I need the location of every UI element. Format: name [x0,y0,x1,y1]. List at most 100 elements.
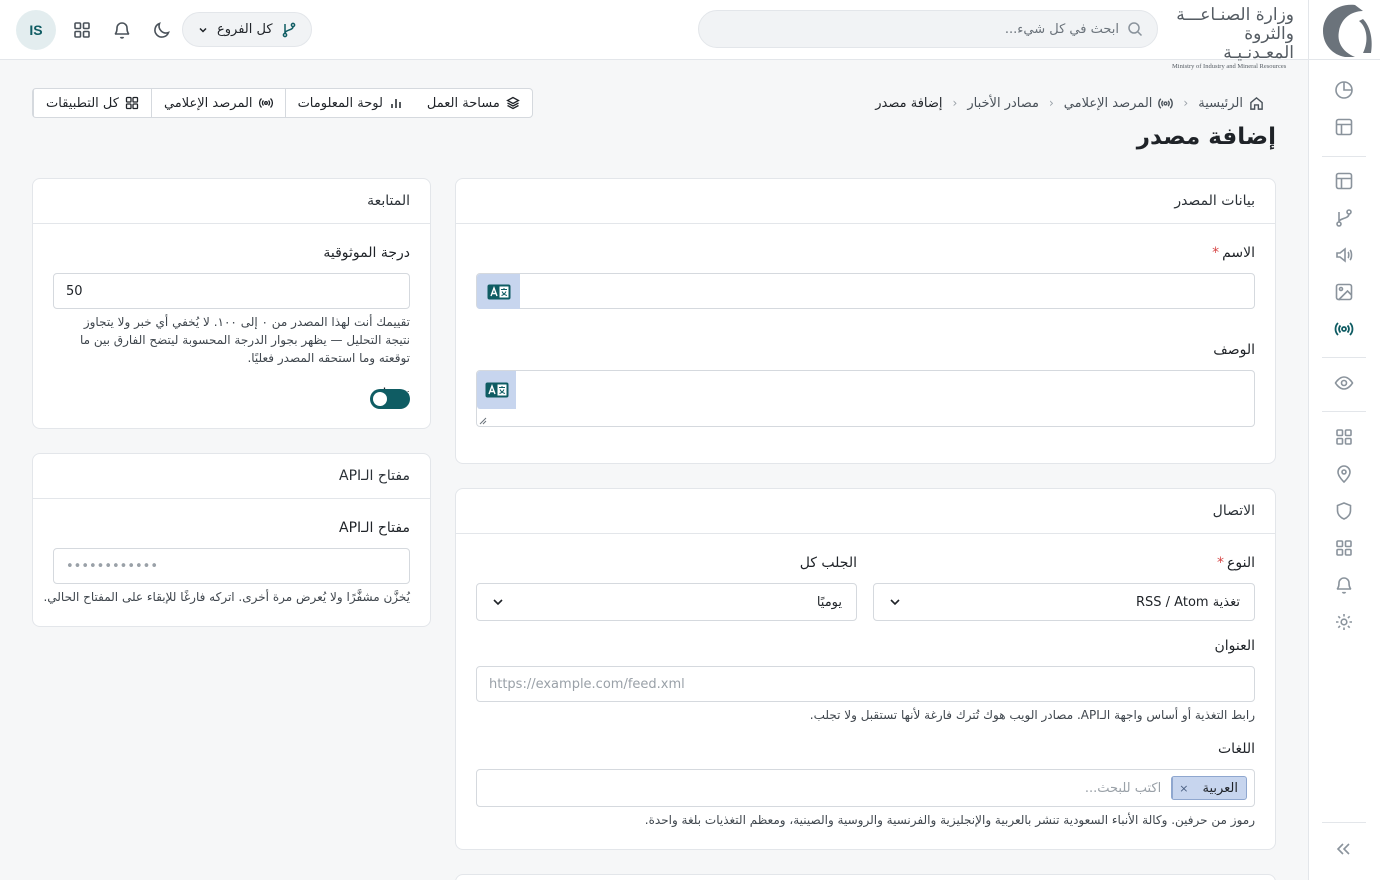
name-label-text: الاسم [1222,245,1255,261]
settings-gear-icon[interactable] [1334,612,1354,632]
breadcrumb-home[interactable]: الرئيسية [1198,96,1264,111]
chevron-down-icon [890,599,900,606]
required-marker: * [1217,555,1225,571]
apps-icon[interactable] [1334,538,1354,558]
quick-link-media-monitor-label: المرصد الإعلامي [163,95,253,111]
ministry-name-ar-line1: وزارة الصنـاعـــة [1176,5,1294,25]
type-label-text: النوع [1227,555,1255,571]
description-field-label: الوصف [1213,342,1255,358]
layout-icon[interactable] [1334,117,1354,137]
search-input[interactable] [713,21,1119,37]
location-pin-icon[interactable] [1334,464,1354,484]
type-select-value: تغذية RSS / Atom [1136,594,1240,610]
breadcrumb-separator: ‹ [1048,96,1054,110]
home-icon [1249,96,1264,111]
shield-icon[interactable] [1334,501,1354,521]
quick-link-all-apps-label: كل التطبيقات [46,95,119,111]
quick-link-dashboard-label: لوحة المعلومات [297,95,383,111]
reliability-label: درجة الموثوقية [323,245,410,261]
apps-grid-icon[interactable] [72,20,92,40]
global-search[interactable] [698,10,1158,48]
breadcrumb-news-sources[interactable]: مصادر الأخبار [967,96,1039,111]
type-select[interactable]: تغذية RSS / Atom [873,583,1255,621]
ministry-wordmark: وزارة الصنـاعـــة والثروة المعـدنـيـة Mi… [1172,5,1294,71]
description-field [476,370,1255,427]
branch-selector-label: كل الفروع [217,22,273,37]
name-field [476,273,1255,309]
resize-handle-icon[interactable] [479,417,487,425]
url-help-text: رابط التغذية أو أساس واجهة الـAPI. مصادر… [809,708,1255,722]
languages-help-text: رموز من حرفين. وكالة الأنباء السعودية تن… [644,813,1255,827]
quick-link-workspace-label: مساحة العمل [426,95,500,111]
breadcrumb-separator: ‹ [952,96,958,110]
git-branch-icon [281,22,297,38]
reliability-field [53,273,410,309]
broadcast-icon [258,98,273,108]
panel-icon[interactable] [1334,171,1354,191]
breadcrumb: الرئيسية ‹ المرصد الإعلامي ‹ مصادر الأخب… [875,92,1264,114]
collapse-rail-icon[interactable] [1334,839,1354,859]
quick-link-all-apps[interactable]: كل التطبيقات [33,89,151,117]
connection-card-header: الاتصال [456,489,1275,534]
breadcrumb-media-label: المرصد الإعلامي [1063,95,1153,111]
fetch-interval-select[interactable]: يوميًا [476,583,857,621]
breadcrumb-separator: ‹ [1183,96,1189,110]
user-avatar[interactable]: IS [16,10,56,50]
broadcast-icon[interactable] [1334,319,1354,339]
bell-icon[interactable] [1334,575,1354,595]
languages-search-placeholder[interactable]: اكتب للبحث... [1085,781,1161,796]
source-data-card-header: بيانات المصدر [456,179,1275,224]
branch-icon[interactable] [1334,208,1354,228]
name-input[interactable] [477,274,1254,308]
fetch-interval-label: الجلب كل [799,555,857,571]
language-chip: العربية × [1171,776,1247,800]
source-data-card: بيانات المصدر الاسم* الوصف [455,178,1276,464]
follow-up-card-header: المتابعة [33,179,430,224]
required-marker: * [1212,245,1220,261]
api-key-card: مفتاح الـAPI مفتاح الـAPI يُخزَّن مشفَّر… [32,453,431,627]
reliability-help-text: تقييمك أنت لهذا المصدر من ٠ إلى ١٠٠. لا … [79,315,410,365]
dark-mode-icon[interactable] [152,20,172,40]
analytics-icon[interactable] [1334,80,1354,100]
page-title: إضافة مصدر [1136,124,1276,150]
translate-icon[interactable] [477,371,516,409]
chevron-down-icon [493,599,503,606]
megaphone-icon[interactable] [1334,245,1354,265]
url-field-label: العنوان [1214,638,1255,654]
reliability-input[interactable] [54,274,409,308]
bar-chart-icon [391,99,401,108]
layers-icon [505,96,520,110]
chevron-down-icon [197,24,209,36]
notifications-bell-icon[interactable] [112,20,132,40]
connection-card: الاتصال النوع* تغذية RSS / Atom الجلب كل… [455,488,1276,850]
breadcrumb-current: إضافة مصدر [875,95,943,111]
quick-link-media-monitor[interactable]: المرصد الإعلامي [150,89,285,117]
top-bar: وزارة الصنـاعـــة والثروة المعـدنـيـة Mi… [0,0,1308,71]
ministry-logo-icon[interactable] [1308,0,1380,60]
chip-remove-icon[interactable]: × [1172,777,1194,799]
image-icon[interactable] [1334,282,1354,302]
grid-icon[interactable] [1334,427,1354,447]
name-field-label: الاسم* [1212,245,1255,261]
quick-links-group: كل التطبيقات المرصد الإعلامي لوحة المعلو… [32,88,533,118]
description-textarea[interactable] [477,371,1254,426]
translate-icon[interactable] [477,274,520,309]
rail-divider [1322,357,1366,358]
url-field [476,666,1255,702]
quick-link-workspace[interactable]: مساحة العمل [415,89,532,117]
ministry-name-en: Ministry of Industry and Mineral Resourc… [1172,63,1287,70]
rail-divider [1322,156,1366,157]
ministry-name-ar-line2: والثروة المعـدنـيـة [1223,24,1294,63]
api-key-card-header: مفتاح الـAPI [33,454,430,499]
breadcrumb-home-label: الرئيسية [1198,95,1243,111]
grid-icon [125,96,139,110]
api-key-input[interactable] [54,549,409,583]
eye-icon[interactable] [1334,373,1354,393]
url-input[interactable] [477,667,1254,701]
languages-multiselect[interactable]: العربية × اكتب للبحث... [476,769,1255,807]
branch-selector[interactable]: كل الفروع [182,12,312,47]
quick-link-dashboard[interactable]: لوحة المعلومات [284,89,415,117]
breadcrumb-media[interactable]: المرصد الإعلامي [1064,96,1174,111]
active-toggle[interactable] [370,389,410,409]
api-key-field [53,548,410,584]
